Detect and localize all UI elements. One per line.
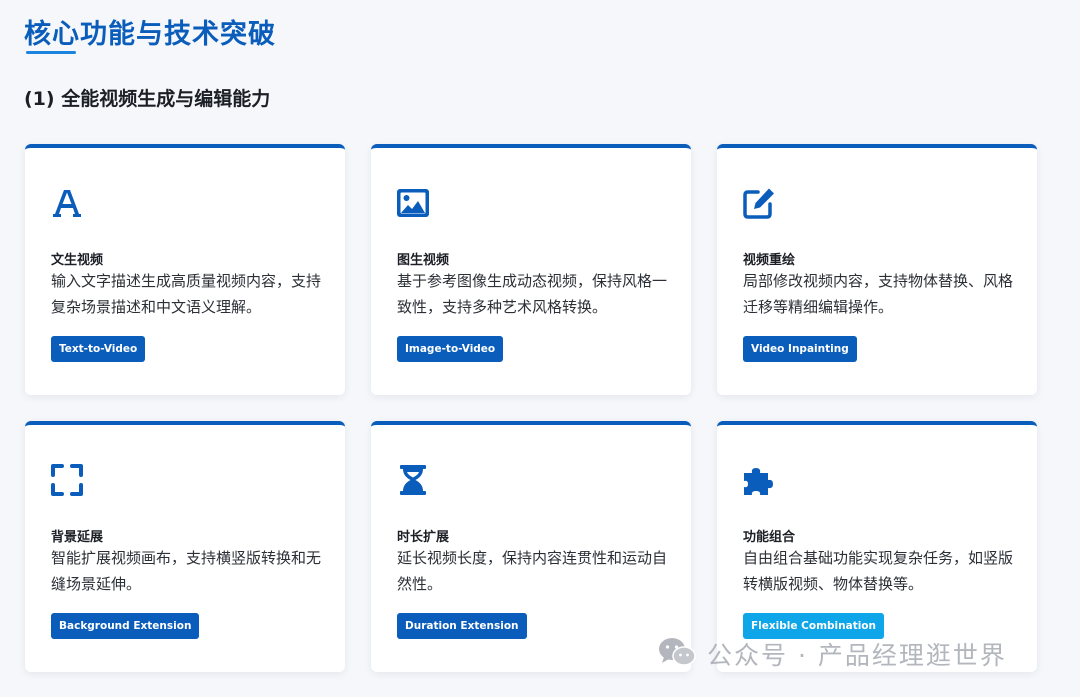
- page-title: 核心功能与技术突破: [24, 19, 276, 50]
- feature-tag: Text-to-Video: [51, 336, 146, 362]
- title-underline: [26, 51, 76, 54]
- feature-tag: Video Inpainting: [743, 336, 857, 362]
- card-title: 视频重绘: [743, 253, 796, 268]
- card-description: 局部修改视频内容，支持物体替换、风格迁移等精细编辑操作。: [743, 272, 1014, 316]
- page: 核心功能与技术突破 (1) 全能视频生成与编辑能力 文生视频 输入文字描述生成高…: [0, 0, 1080, 697]
- feature-card-text-to-video: 文生视频 输入文字描述生成高质量视频内容，支持复杂场景描述和中文语义理解。 Te…: [25, 144, 345, 395]
- image-icon: [396, 186, 430, 220]
- card-title: 时长扩展: [397, 530, 450, 545]
- puzzle-icon: [742, 463, 776, 497]
- card-title: 背景延展: [51, 530, 104, 545]
- card-description: 延长视频长度，保持内容连贯性和运动自然性。: [397, 549, 668, 593]
- card-title: 图生视频: [397, 253, 450, 268]
- feature-card-image-to-video: 图生视频 基于参考图像生成动态视频，保持风格一致性，支持多种艺术风格转换。 Im…: [371, 144, 691, 395]
- expand-icon: [50, 463, 84, 497]
- section-subtitle: (1) 全能视频生成与编辑能力: [24, 88, 271, 110]
- feature-tag: Duration Extension: [397, 613, 527, 639]
- feature-tag: Background Extension: [51, 613, 200, 639]
- feature-card-duration-extension: 时长扩展 延长视频长度，保持内容连贯性和运动自然性。 Duration Exte…: [371, 421, 691, 672]
- card-description: 智能扩展视频画布，支持横竖版转换和无缝场景延伸。: [51, 549, 322, 593]
- card-title: 文生视频: [51, 253, 104, 268]
- feature-tag: Image-to-Video: [397, 336, 504, 362]
- feature-card-background-extension: 背景延展 智能扩展视频画布，支持横竖版转换和无缝场景延伸。 Background…: [25, 421, 345, 672]
- feature-card-flexible-combination: 功能组合 自由组合基础功能实现复杂任务，如竖版转横版视频、物体替换等。 Flex…: [717, 421, 1037, 672]
- card-title: 功能组合: [743, 530, 796, 545]
- edit-icon: [742, 186, 776, 220]
- text-font-icon: [50, 186, 84, 220]
- hourglass-icon: [396, 463, 430, 497]
- wechat-icon: [657, 636, 697, 672]
- card-description: 基于参考图像生成动态视频，保持风格一致性，支持多种艺术风格转换。: [397, 272, 668, 316]
- card-description: 自由组合基础功能实现复杂任务，如竖版转横版视频、物体替换等。: [743, 549, 1014, 593]
- watermark-text: 公众号 · 产品经理逛世界: [707, 641, 1007, 670]
- card-description: 输入文字描述生成高质量视频内容，支持复杂场景描述和中文语义理解。: [51, 272, 322, 316]
- feature-card-video-inpainting: 视频重绘 局部修改视频内容，支持物体替换、风格迁移等精细编辑操作。 Video …: [717, 144, 1037, 395]
- watermark: 公众号 · 产品经理逛世界: [657, 638, 1007, 670]
